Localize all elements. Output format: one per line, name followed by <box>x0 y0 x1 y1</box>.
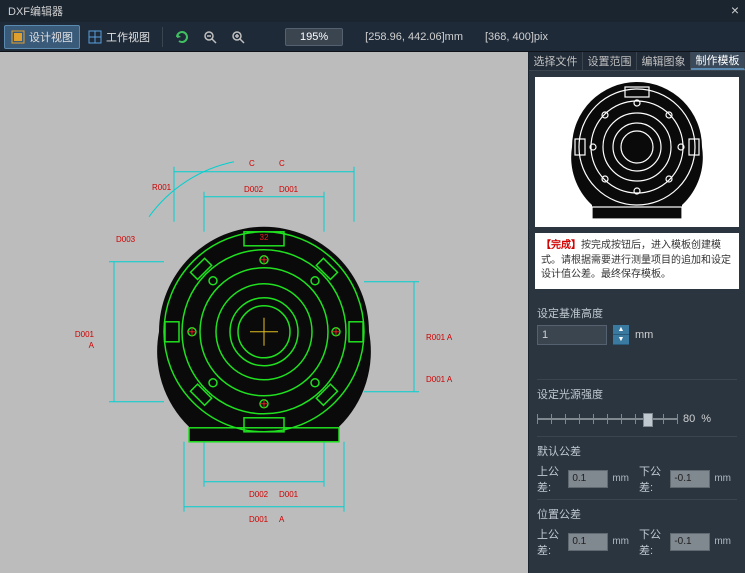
svg-text:A: A <box>89 340 95 349</box>
toolbar: 设计视图 工作视图 195% [258.96, 442.06]mm [368, … <box>0 22 745 52</box>
pos-upper-input[interactable] <box>568 533 608 551</box>
work-view-label: 工作视图 <box>106 29 150 45</box>
refresh-icon <box>175 30 189 44</box>
instruction-box: 【完成】按完成按钮后，进入模板创建模式。请根据需要进行测量项目的追加和设定设计值… <box>535 233 739 289</box>
light-slider[interactable] <box>537 410 677 428</box>
titlebar: DXF编辑器 × <box>0 0 745 22</box>
zoom-in-button[interactable] <box>225 25 251 49</box>
side-panel: 选择文件 设置范围 编辑图象 制作模板 <box>528 52 745 573</box>
button-row: 返回 完成 取消 <box>529 565 745 573</box>
svg-text:D001 A: D001 A <box>426 374 453 383</box>
zoom-out-button[interactable] <box>197 25 223 49</box>
svg-text:C: C <box>249 158 255 167</box>
close-icon[interactable]: × <box>731 2 739 18</box>
svg-text:D001: D001 <box>75 329 95 338</box>
svg-text:C: C <box>279 158 285 167</box>
zoom-in-icon <box>231 30 245 44</box>
base-height-input[interactable] <box>537 325 607 345</box>
coord-mm: [258.96, 442.06]mm <box>365 31 463 43</box>
svg-text:32: 32 <box>260 232 269 241</box>
tab-edit-image[interactable]: 编辑图象 <box>637 52 691 70</box>
default-lower-label: 下公差: <box>639 463 666 495</box>
svg-text:A: A <box>279 514 285 523</box>
default-upper-label: 上公差: <box>537 463 564 495</box>
coord-pix: [368, 400]pix <box>485 31 548 43</box>
work-view-button[interactable]: 工作视图 <box>82 25 156 49</box>
tab-select-file[interactable]: 选择文件 <box>529 52 583 70</box>
default-lower-input[interactable] <box>670 470 710 488</box>
default-upper-input[interactable] <box>568 470 608 488</box>
app-title: DXF编辑器 <box>8 3 63 19</box>
light-unit: % <box>701 413 711 425</box>
pos-lower-unit: mm <box>714 536 731 547</box>
default-lower-unit: mm <box>714 473 731 484</box>
cad-drawing: C C D003 D002 D001 R001 D001 A R001 A D001… <box>54 101 474 541</box>
svg-text:D002: D002 <box>244 184 264 193</box>
default-tol-label: 默认公差 <box>537 443 737 459</box>
instruction-tag: 【完成】 <box>541 240 581 251</box>
spinner-down-icon[interactable]: ▼ <box>613 335 629 345</box>
light-value: 80 <box>683 413 695 425</box>
default-upper-unit: mm <box>612 473 629 484</box>
base-height-unit: mm <box>635 329 653 341</box>
pos-upper-unit: mm <box>612 536 629 547</box>
pos-upper-label: 上公差: <box>537 526 564 558</box>
svg-text:D002: D002 <box>249 489 269 498</box>
template-preview <box>535 77 739 227</box>
drawing-canvas[interactable]: C C D003 D002 D001 R001 D001 A R001 A D001… <box>0 52 528 573</box>
design-view-button[interactable]: 设计视图 <box>4 25 80 49</box>
design-view-icon <box>11 30 25 44</box>
zoom-display[interactable]: 195% <box>285 28 343 46</box>
work-view-icon <box>88 30 102 44</box>
svg-text:D001: D001 <box>279 489 299 498</box>
pos-lower-label: 下公差: <box>639 526 666 558</box>
svg-text:D001: D001 <box>249 514 269 523</box>
tab-set-range[interactable]: 设置范围 <box>583 52 637 70</box>
tab-make-template[interactable]: 制作模板 <box>691 52 745 70</box>
refresh-button[interactable] <box>169 25 195 49</box>
svg-text:R001: R001 <box>152 182 172 191</box>
svg-text:D001: D001 <box>279 184 299 193</box>
zoom-out-icon <box>203 30 217 44</box>
pos-tol-label: 位置公差 <box>537 506 737 522</box>
base-height-label: 设定基准高度 <box>537 305 737 321</box>
side-tabs: 选择文件 设置范围 编辑图象 制作模板 <box>529 52 745 71</box>
pos-lower-input[interactable] <box>670 533 710 551</box>
design-view-label: 设计视图 <box>29 29 73 45</box>
separator <box>162 27 163 47</box>
base-height-spinner[interactable]: ▲▼ <box>613 325 629 345</box>
light-label: 设定光源强度 <box>537 386 737 402</box>
spinner-up-icon[interactable]: ▲ <box>613 325 629 335</box>
svg-text:D003: D003 <box>116 234 136 243</box>
svg-text:R001 A: R001 A <box>426 332 453 341</box>
